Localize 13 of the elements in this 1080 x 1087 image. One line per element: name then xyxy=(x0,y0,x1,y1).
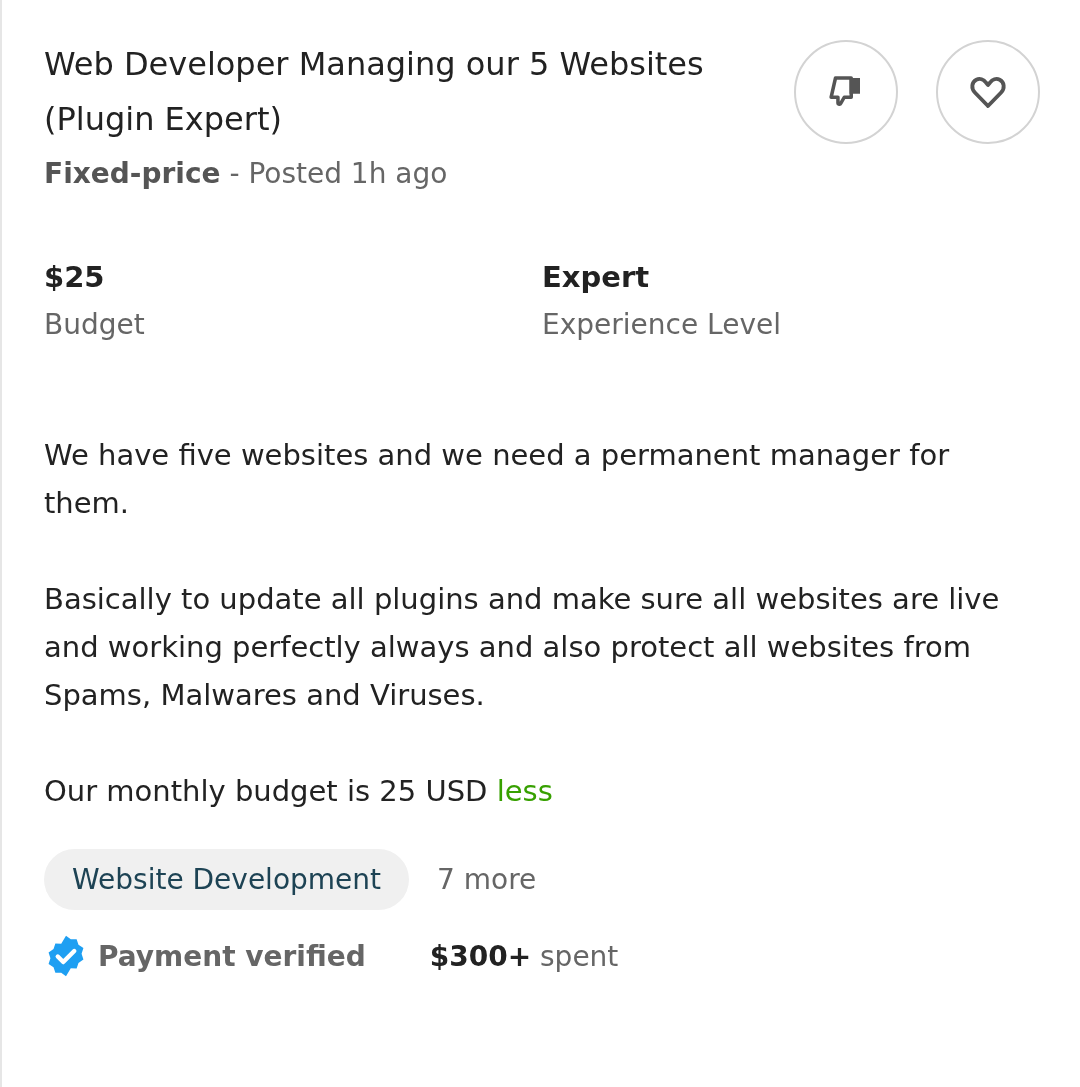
stat-label: Budget xyxy=(44,308,146,341)
stat-value: $25 xyxy=(44,260,106,294)
stat-value: Expert xyxy=(542,260,651,294)
job-meta: Fixed-price - Posted 1h ago xyxy=(44,157,449,190)
skill-tag[interactable]: Website Development xyxy=(44,849,409,910)
stat-label: Experience Level xyxy=(542,308,782,341)
amount-spent: $300+ spent xyxy=(429,939,619,973)
payment-status: Payment verified xyxy=(98,939,366,973)
more-skills-link[interactable]: 7 more xyxy=(437,863,537,896)
job-title[interactable]: Web Developer Managing our 5 Websites (Plugin Expert) xyxy=(44,37,764,147)
description-text: Basically to update all plugins and make sure all websites are live and working perfectly always and also protect all websites from Spams, Malwares and Viruses. xyxy=(44,582,1000,712)
description-text: We have five websites and we need a permanent manager for them. xyxy=(44,438,950,520)
description-text: Our monthly budget is 25 USD xyxy=(44,774,488,808)
